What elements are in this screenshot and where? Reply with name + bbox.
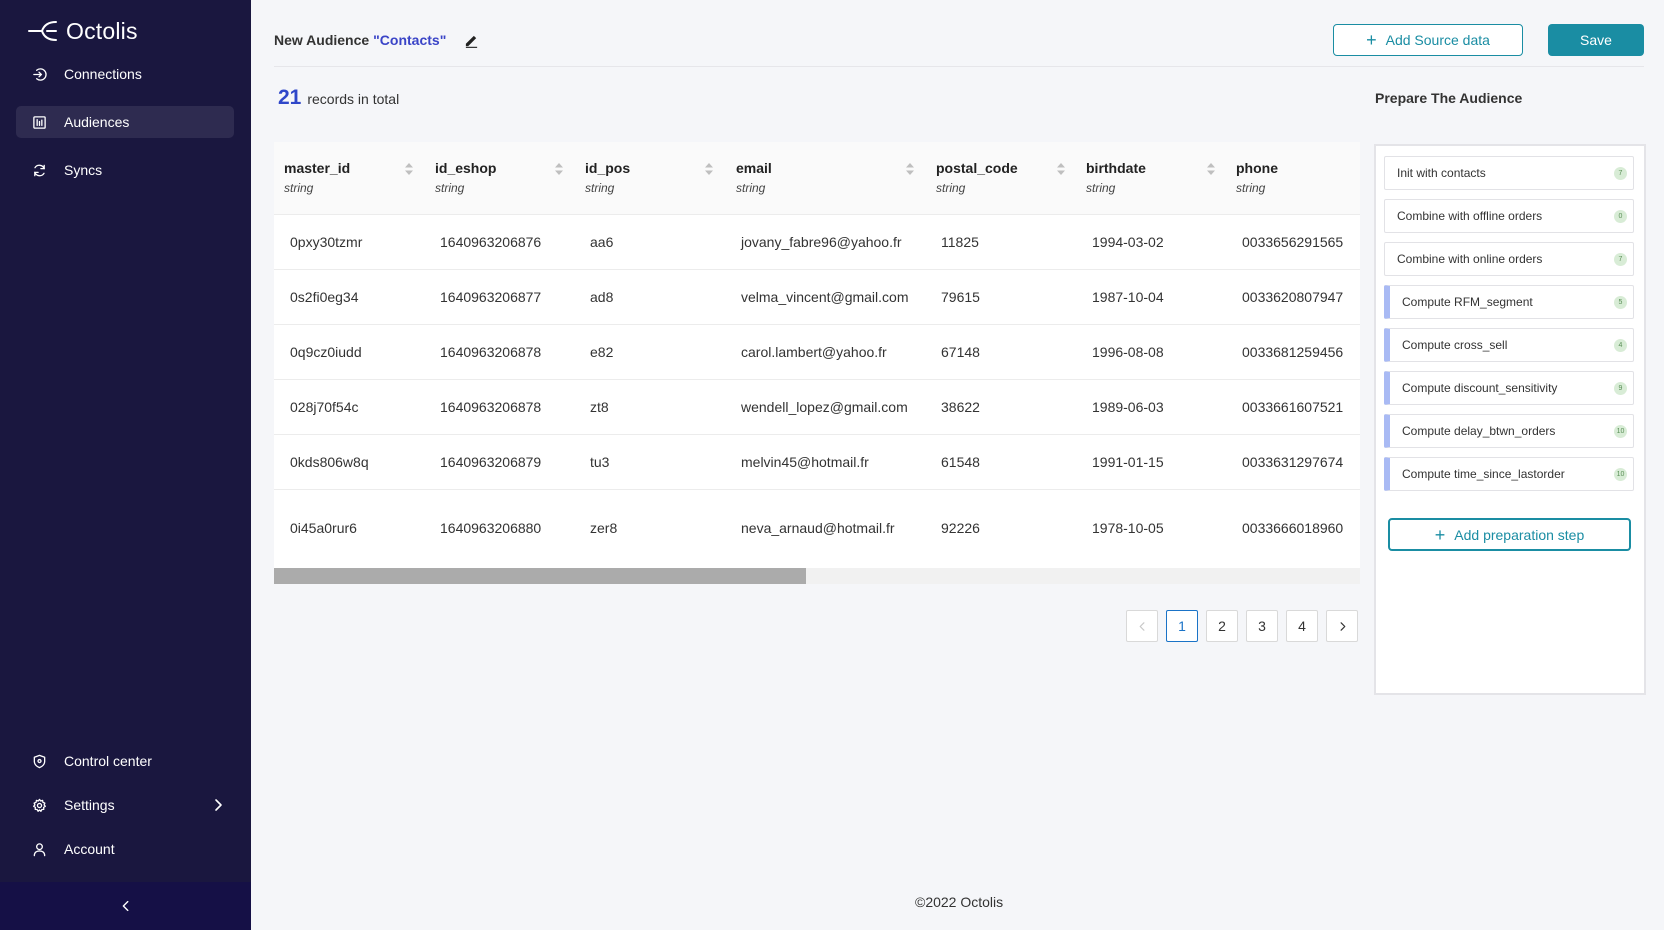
sort-icon[interactable] — [554, 162, 564, 176]
pagination-next-button[interactable] — [1326, 610, 1358, 642]
column-header-id-eshop[interactable]: id_eshop string — [435, 160, 496, 195]
records-count-value: 21 — [278, 86, 302, 109]
octolis-logo-icon — [28, 21, 57, 41]
prep-step[interactable]: Init with contacts 7 — [1384, 156, 1634, 190]
step-count-badge: 4 — [1614, 339, 1627, 352]
step-count-badge: 9 — [1614, 382, 1627, 395]
step-count-badge: 7 — [1614, 253, 1627, 266]
app-name: Octolis — [66, 17, 138, 44]
sort-icon[interactable] — [704, 162, 714, 176]
plus-icon: + — [1366, 30, 1377, 50]
prep-step[interactable]: Compute RFM_segment 5 — [1384, 285, 1634, 319]
connections-icon — [30, 65, 48, 83]
add-preparation-step-label: Add preparation step — [1454, 526, 1585, 543]
column-header-id-pos[interactable]: id_pos string — [585, 160, 630, 195]
table-header: master_id string id_eshop string id_pos … — [274, 142, 1360, 215]
footer-copyright: ©2022 Octolis — [915, 894, 1004, 910]
page-title-prefix: New Audience — [274, 32, 370, 48]
sidebar-item-label: Control center — [64, 753, 152, 769]
table-row[interactable]: 028j70f54c 1640963206878 zt8 wendell_lop… — [274, 380, 1360, 435]
table-row[interactable]: 0kds806w8q 1640963206879 tu3 melvin45@ho… — [274, 435, 1360, 490]
audience-name: "Contacts" — [373, 32, 447, 48]
sort-icon[interactable] — [1206, 162, 1216, 176]
sidebar-item-label: Connections — [64, 66, 142, 82]
save-button[interactable]: Save — [1548, 24, 1644, 56]
chevron-right-icon — [215, 799, 222, 811]
column-header-email[interactable]: email string — [736, 160, 772, 195]
prepare-panel: Init with contacts 7 Combine with offlin… — [1374, 144, 1646, 695]
add-preparation-step-button[interactable]: + Add preparation step — [1388, 518, 1631, 551]
column-header-birthdate[interactable]: birthdate string — [1086, 160, 1146, 195]
step-count-badge: 10 — [1614, 468, 1627, 481]
column-header-postal-code[interactable]: postal_code string — [936, 160, 1018, 195]
sidebar-item-label: Account — [64, 841, 115, 857]
sidebar-item-label: Settings — [64, 797, 115, 813]
pencil-icon — [466, 35, 478, 48]
records-table: master_id string id_eshop string id_pos … — [274, 142, 1360, 584]
plus-icon: + — [1434, 524, 1446, 545]
step-count-badge: 7 — [1614, 167, 1627, 180]
chevron-left-icon — [122, 900, 128, 912]
user-icon — [30, 840, 48, 858]
pagination-page-4[interactable]: 4 — [1286, 610, 1318, 642]
sidebar-item-label: Syncs — [64, 162, 103, 178]
sidebar-item-label: Audiences — [64, 114, 130, 130]
prep-step[interactable]: Compute discount_sensitivity 9 — [1384, 371, 1634, 405]
sidebar-collapse-button[interactable] — [0, 882, 251, 930]
step-count-badge: 10 — [1614, 425, 1627, 438]
app-logo[interactable]: Octolis — [28, 16, 138, 46]
step-count-badge: 5 — [1614, 296, 1627, 309]
sort-icon[interactable] — [404, 162, 414, 176]
header-divider — [274, 66, 1644, 67]
sidebar-item-audiences[interactable]: Audiences — [16, 106, 234, 138]
page-title: New Audience "Contacts" — [274, 24, 480, 56]
prep-step[interactable]: Combine with offline orders 0 — [1384, 199, 1634, 233]
add-source-data-label: Add Source data — [1385, 32, 1490, 48]
table-row[interactable]: 0pxy30tzmr 1640963206876 aa6 jovany_fabr… — [274, 215, 1360, 270]
step-count-badge: 0 — [1614, 210, 1627, 223]
chevron-left-icon — [1139, 621, 1144, 631]
sidebar-item-settings[interactable]: Settings — [16, 789, 234, 821]
column-header-phone[interactable]: phone string — [1236, 160, 1278, 195]
chevron-right-icon — [1340, 621, 1345, 631]
column-header-master-id[interactable]: master_id string — [284, 160, 350, 195]
prepare-panel-title: Prepare The Audience — [1375, 90, 1523, 106]
sort-icon[interactable] — [1056, 162, 1066, 176]
sidebar-item-account[interactable]: Account — [16, 833, 234, 865]
sidebar: Octolis Connections Audiences Syncs Cont… — [0, 0, 251, 930]
records-count-label: records in total — [307, 91, 400, 107]
pagination-prev-button[interactable] — [1126, 610, 1158, 642]
gear-icon — [30, 796, 48, 814]
sidebar-item-syncs[interactable]: Syncs — [16, 154, 234, 186]
records-count: 21 records in total — [278, 86, 399, 110]
prep-step[interactable]: Compute time_since_lastorder 10 — [1384, 457, 1634, 491]
pagination-page-1[interactable]: 1 — [1166, 610, 1198, 642]
edit-name-button[interactable] — [464, 32, 480, 48]
sidebar-item-control-center[interactable]: Control center — [16, 745, 234, 777]
sidebar-item-connections[interactable]: Connections — [16, 58, 234, 90]
horizontal-scrollbar[interactable] — [274, 568, 1360, 584]
sync-icon — [30, 161, 48, 179]
prep-step[interactable]: Combine with online orders 7 — [1384, 242, 1634, 276]
audiences-icon — [30, 113, 48, 131]
table-row[interactable]: 0q9cz0iudd 1640963206878 e82 carol.lambe… — [274, 325, 1360, 380]
scrollbar-thumb[interactable] — [274, 568, 806, 584]
pagination-page-3[interactable]: 3 — [1246, 610, 1278, 642]
table-row[interactable]: 0s2fi0eg34 1640963206877 ad8 velma_vince… — [274, 270, 1360, 325]
add-source-data-button[interactable]: + Add Source data — [1333, 24, 1523, 56]
sort-icon[interactable] — [905, 162, 915, 176]
pagination-page-2[interactable]: 2 — [1206, 610, 1238, 642]
shield-icon — [30, 752, 48, 770]
prep-step[interactable]: Compute cross_sell 4 — [1384, 328, 1634, 362]
prep-step[interactable]: Compute delay_btwn_orders 10 — [1384, 414, 1634, 448]
table-row[interactable]: 0i45a0rur6 1640963206880 zer8 neva_arnau… — [274, 490, 1360, 568]
